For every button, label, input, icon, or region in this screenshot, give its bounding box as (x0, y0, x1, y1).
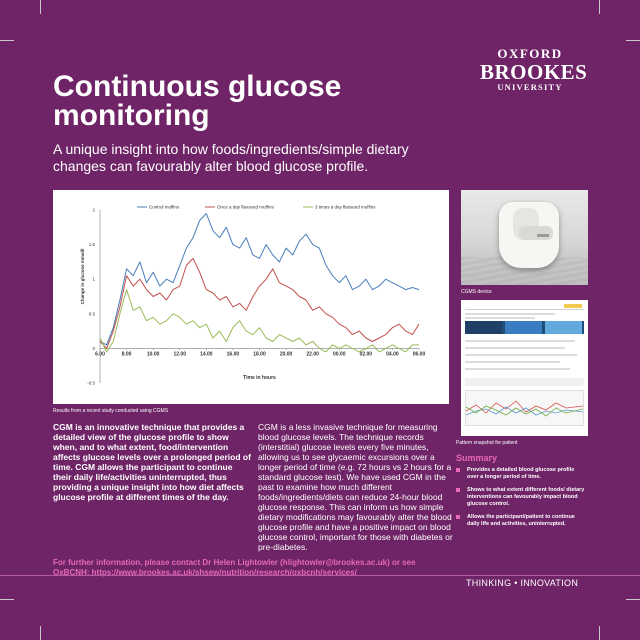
summary-item: Provides a detailed blood glucose profil… (456, 467, 586, 481)
series-line (99, 289, 419, 353)
summary-list: Provides a detailed blood glucose profil… (456, 467, 586, 534)
footer-divider (0, 575, 640, 576)
summary-item-text: Provides a detailed blood glucose profil… (467, 467, 575, 480)
cgms-device-image (499, 202, 559, 268)
crop-mark (40, 0, 41, 14)
series-line (99, 213, 420, 346)
x-tick-label: 14.00 (200, 351, 213, 357)
y-tick-label: 0.5 (89, 311, 96, 316)
snapshot-caption: Pattern snapshot for patient (456, 440, 518, 446)
university-logo: OXFORD BROOKES UNIVERSITY (480, 46, 588, 92)
crop-mark (599, 0, 600, 14)
poster-title: Continuous glucose monitoring (53, 70, 342, 132)
poster-subtitle: A unique insight into how foods/ingredie… (53, 141, 409, 174)
y-tick-label: 1.5 (89, 242, 96, 247)
summary-item: Allows the participant/patient to contin… (456, 514, 586, 528)
logo-line-brookes: BROOKES (480, 60, 588, 84)
detail-text: CGM is a less invasive technique for mea… (258, 422, 453, 552)
x-tick-label: 12.00 (173, 351, 186, 357)
summary-title: Summary (456, 453, 498, 463)
device-caption: CGMS device (461, 289, 492, 295)
x-tick-label: 18.00 (253, 351, 266, 357)
snapshot-row (465, 313, 555, 315)
snapshot-row (465, 317, 535, 319)
snapshot-row (465, 340, 575, 342)
glucose-chart: 2 1.5 1 0.5 0 -0.5 6.00 8.00 10.00 12.00 14.00 16.0… (80, 205, 426, 386)
poster: OXFORD BROOKES UNIVERSITY Continuous glu… (0, 0, 640, 640)
x-tick-label: 20.00 (280, 351, 293, 357)
square-bullet-icon (456, 515, 460, 519)
x-tick-label: 6.00 (95, 351, 105, 357)
x-tick-label: 22.00 (306, 351, 319, 357)
square-bullet-icon (456, 468, 460, 472)
crop-mark (0, 40, 14, 41)
crop-mark (626, 599, 640, 600)
summary-item-text: Allows the participant/patient to contin… (467, 514, 575, 527)
snapshot-strip (465, 378, 584, 386)
y-tick-label: -0.5 (87, 381, 95, 386)
crop-mark (0, 599, 14, 600)
summary-item: Shows to what extent different foods/ di… (456, 487, 586, 508)
device-marking (537, 234, 549, 237)
glucose-chart-panel: 2 1.5 1 0.5 0 -0.5 6.00 8.00 10.00 12.00 14.00 16.0… (53, 190, 449, 404)
x-tick-label: 04.00 (386, 351, 399, 357)
series-line (99, 257, 420, 349)
snapshot-row (465, 361, 560, 363)
cgms-device-photo (461, 190, 588, 285)
snapshot-trace (465, 400, 584, 414)
legend-label: Control muffins (149, 205, 180, 210)
legend-label: 3 times a day flaxseed muffins (315, 205, 376, 210)
x-tick-label: 06.00 (413, 351, 426, 357)
y-tick-label: 2 (92, 208, 95, 213)
snapshot-mini-plot (465, 390, 584, 426)
x-tick-label: 00.00 (333, 351, 346, 357)
crop-mark (626, 40, 640, 41)
pattern-snapshot-image (461, 300, 588, 436)
y-tick-label: 1 (92, 277, 95, 282)
snapshot-header-highlight (564, 304, 582, 308)
intro-text: CGM is an innovative technique that prov… (53, 422, 251, 502)
chart-caption: Results from a recent study conducted us… (53, 408, 169, 414)
snapshot-row (465, 354, 577, 356)
snapshot-band-cell (465, 321, 502, 334)
square-bullet-icon (456, 488, 460, 492)
device-dial-base (519, 226, 553, 240)
y-tick-label: 0 (92, 346, 95, 351)
snapshot-row (465, 347, 565, 349)
snapshot-header (465, 304, 584, 310)
y-axis-title: Change in glucose mmol/l (80, 249, 85, 305)
snapshot-mini-plot-svg (465, 400, 584, 417)
x-tick-label: 8.00 (122, 351, 132, 357)
x-axis-title: Time in hours (243, 375, 276, 381)
snapshot-band (465, 321, 584, 334)
x-tick-label: 10.00 (147, 351, 160, 357)
legend-label: Once a day flaxseed muffins (217, 205, 274, 210)
x-tick-label: 16.00 (227, 351, 240, 357)
summary-item-text: Shows to what extent different foods/ di… (467, 487, 585, 507)
crop-mark (40, 626, 41, 640)
crop-mark (599, 626, 600, 640)
tagline: THINKING • INNOVATION (466, 578, 579, 588)
snapshot-band-cell (545, 321, 582, 334)
snapshot-band-cell (505, 321, 542, 334)
x-tick-label: 02.00 (360, 351, 373, 357)
snapshot-row (465, 368, 570, 370)
